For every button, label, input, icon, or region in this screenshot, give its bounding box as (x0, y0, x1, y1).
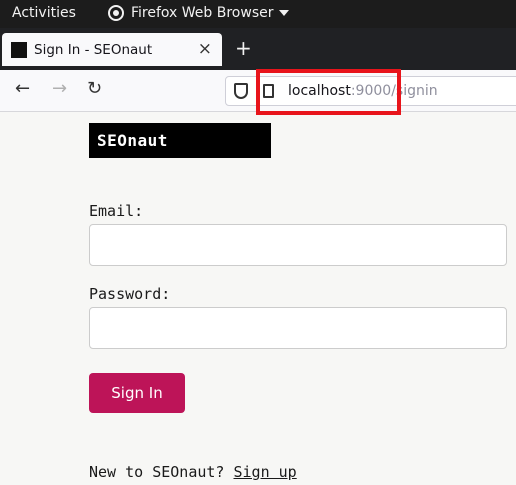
new-tab-button[interactable]: + (235, 38, 252, 58)
email-label: Email: (89, 202, 144, 220)
password-label: Password: (89, 285, 171, 303)
close-tab-icon[interactable]: × (198, 41, 212, 58)
signup-prompt: New to SEOnaut? (89, 463, 225, 481)
activities-button[interactable]: Activities (12, 5, 76, 21)
shield-icon[interactable] (234, 83, 248, 99)
caret-down-icon (278, 10, 289, 16)
back-arrow-icon[interactable]: ← (15, 80, 30, 98)
sign-up-link[interactable]: Sign up (234, 463, 297, 481)
firefox-icon (108, 5, 124, 21)
gnome-top-bar: Activities Firefox Web Browser (0, 0, 516, 28)
tab-title: Sign In - SEOnaut (34, 41, 153, 58)
seonaut-logo[interactable]: SEOnaut (89, 123, 271, 158)
highlight-annotation-box (256, 69, 401, 115)
forward-arrow-icon[interactable]: → (52, 80, 67, 98)
app-menu-label: Firefox Web Browser (131, 5, 274, 21)
email-field[interactable] (89, 224, 507, 266)
signup-prompt-line: New to SEOnaut? Sign up (89, 463, 297, 481)
tab-sign-in[interactable]: Sign In - SEOnaut × (2, 33, 222, 66)
password-field[interactable] (89, 307, 507, 349)
tab-strip: Sign In - SEOnaut × + (0, 28, 516, 70)
reload-icon[interactable]: ↻ (87, 80, 102, 98)
sign-in-button[interactable]: Sign In (89, 373, 185, 413)
favicon-icon (11, 41, 27, 58)
app-menu[interactable]: Firefox Web Browser (108, 5, 289, 21)
